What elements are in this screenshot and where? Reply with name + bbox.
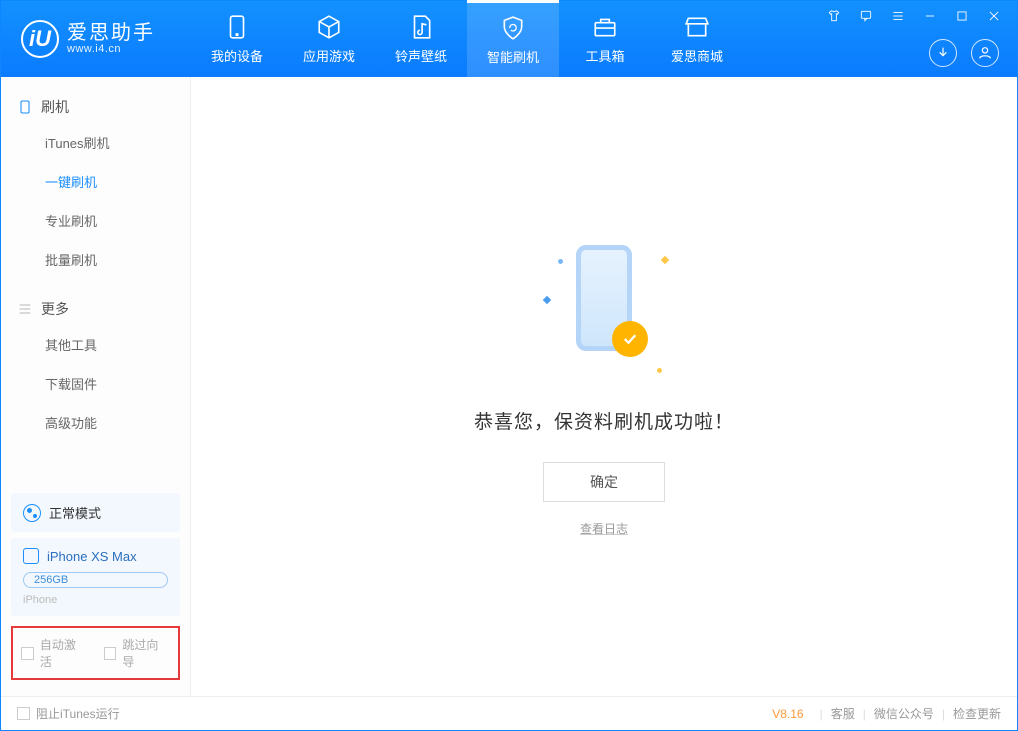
nav-group-flash: 刷机 iTunes刷机 一键刷机 专业刷机 批量刷机 — [1, 77, 190, 279]
sidebar-bottom: 正常模式 iPhone XS Max 256GB iPhone 自动激活 跳过向… — [1, 487, 190, 696]
tab-my-device[interactable]: 我的设备 — [191, 1, 283, 77]
mode-card[interactable]: 正常模式 — [11, 493, 180, 532]
body: 刷机 iTunes刷机 一键刷机 专业刷机 批量刷机 更多 其他工具 下载固件 … — [1, 77, 1017, 696]
nav-item-other-tools[interactable]: 其他工具 — [1, 325, 190, 364]
checkbox-block-itunes[interactable]: 阻止iTunes运行 — [17, 705, 120, 722]
dot-icon — [558, 259, 563, 264]
separator: | — [820, 707, 823, 721]
list-icon — [17, 301, 33, 317]
tab-ringtones[interactable]: 铃声壁纸 — [375, 1, 467, 77]
tab-store[interactable]: 爱思商城 — [651, 1, 743, 77]
separator: | — [863, 707, 866, 721]
device-name: iPhone XS Max — [47, 549, 137, 564]
device-icon — [23, 548, 39, 564]
check-update-link[interactable]: 检查更新 — [953, 705, 1001, 722]
tab-label: 智能刷机 — [487, 47, 539, 66]
nav-header-label: 刷机 — [41, 97, 69, 117]
minimize-button[interactable] — [919, 7, 941, 25]
success-title: 恭喜您，保资料刷机成功啦！ — [474, 407, 734, 434]
device-storage: 256GB — [23, 572, 168, 588]
close-button[interactable] — [983, 7, 1005, 25]
tab-label: 我的设备 — [211, 46, 263, 65]
nav-item-onekey-flash[interactable]: 一键刷机 — [1, 162, 190, 201]
checkbox-box — [21, 647, 34, 660]
device-small-icon — [17, 99, 33, 115]
checkbox-auto-activate[interactable]: 自动激活 — [21, 636, 88, 670]
mode-label: 正常模式 — [49, 503, 101, 522]
checkbox-skip-guide[interactable]: 跳过向导 — [104, 636, 171, 670]
logo-text: 爱思助手 www.i4.cn — [67, 23, 155, 55]
logo-icon: iU — [21, 20, 59, 58]
sparkle-icon — [661, 255, 669, 263]
nav-header-more: 更多 — [1, 293, 190, 325]
success-illustration — [534, 237, 674, 377]
window-controls — [823, 7, 1005, 25]
nav-item-pro-flash[interactable]: 专业刷机 — [1, 201, 190, 240]
check-badge-icon — [612, 321, 648, 357]
sparkle-icon — [543, 295, 551, 303]
wechat-link[interactable]: 微信公众号 — [874, 705, 934, 722]
footer-bar: 阻止iTunes运行 V8.16 | 客服 | 微信公众号 | 检查更新 — [1, 696, 1017, 730]
tab-label: 应用游戏 — [303, 46, 355, 65]
tab-smart-flash[interactable]: 智能刷机 — [467, 0, 559, 77]
app-name: 爱思助手 — [67, 23, 155, 43]
nav-header-flash: 刷机 — [1, 91, 190, 123]
checkbox-box — [17, 707, 30, 720]
header-action-circles — [929, 39, 999, 67]
store-icon — [684, 14, 710, 40]
nav-item-batch-flash[interactable]: 批量刷机 — [1, 240, 190, 279]
music-file-icon — [408, 14, 434, 40]
nav-item-itunes-flash[interactable]: iTunes刷机 — [1, 123, 190, 162]
checkbox-label: 跳过向导 — [122, 636, 170, 670]
shirt-icon[interactable] — [823, 7, 845, 25]
view-log-link[interactable]: 查看日志 — [580, 520, 628, 537]
nav-group-more: 更多 其他工具 下载固件 高级功能 — [1, 279, 190, 442]
checkbox-label: 自动激活 — [40, 636, 88, 670]
version-label: V8.16 — [772, 707, 803, 721]
nav-header-label: 更多 — [41, 299, 69, 319]
highlighted-checkbox-row: 自动激活 跳过向导 — [11, 626, 180, 680]
app-url: www.i4.cn — [67, 43, 155, 55]
checkbox-box — [104, 647, 117, 660]
device-card[interactable]: iPhone XS Max 256GB iPhone — [11, 538, 180, 616]
nav-item-advanced[interactable]: 高级功能 — [1, 403, 190, 442]
mode-icon — [23, 504, 41, 522]
feedback-icon[interactable] — [855, 7, 877, 25]
support-link[interactable]: 客服 — [831, 705, 855, 722]
ok-button[interactable]: 确定 — [543, 462, 665, 502]
menu-icon[interactable] — [887, 7, 909, 25]
maximize-button[interactable] — [951, 7, 973, 25]
tab-apps[interactable]: 应用游戏 — [283, 1, 375, 77]
toolbox-icon — [592, 14, 618, 40]
footer-right: V8.16 | 客服 | 微信公众号 | 检查更新 — [772, 705, 1001, 722]
header-bar: iU 爱思助手 www.i4.cn 我的设备 应用游戏 铃声壁纸 智能刷机 工具… — [1, 1, 1017, 77]
logo-block: iU 爱思助手 www.i4.cn — [1, 20, 191, 58]
dot-icon — [657, 368, 662, 373]
account-button[interactable] — [971, 39, 999, 67]
download-button[interactable] — [929, 39, 957, 67]
shield-refresh-icon — [500, 15, 526, 41]
tab-label: 铃声壁纸 — [395, 46, 447, 65]
sidebar: 刷机 iTunes刷机 一键刷机 专业刷机 批量刷机 更多 其他工具 下载固件 … — [1, 77, 191, 696]
tab-label: 爱思商城 — [671, 46, 723, 65]
separator: | — [942, 707, 945, 721]
phone-icon — [224, 14, 250, 40]
tab-label: 工具箱 — [585, 46, 624, 65]
nav-item-download-firmware[interactable]: 下载固件 — [1, 364, 190, 403]
main-tabs: 我的设备 应用游戏 铃声壁纸 智能刷机 工具箱 爱思商城 — [191, 1, 743, 77]
tab-toolbox[interactable]: 工具箱 — [559, 1, 651, 77]
cube-icon — [316, 14, 342, 40]
device-type: iPhone — [23, 594, 168, 606]
main-content: 恭喜您，保资料刷机成功啦！ 确定 查看日志 — [191, 77, 1017, 696]
checkbox-label: 阻止iTunes运行 — [36, 705, 120, 722]
